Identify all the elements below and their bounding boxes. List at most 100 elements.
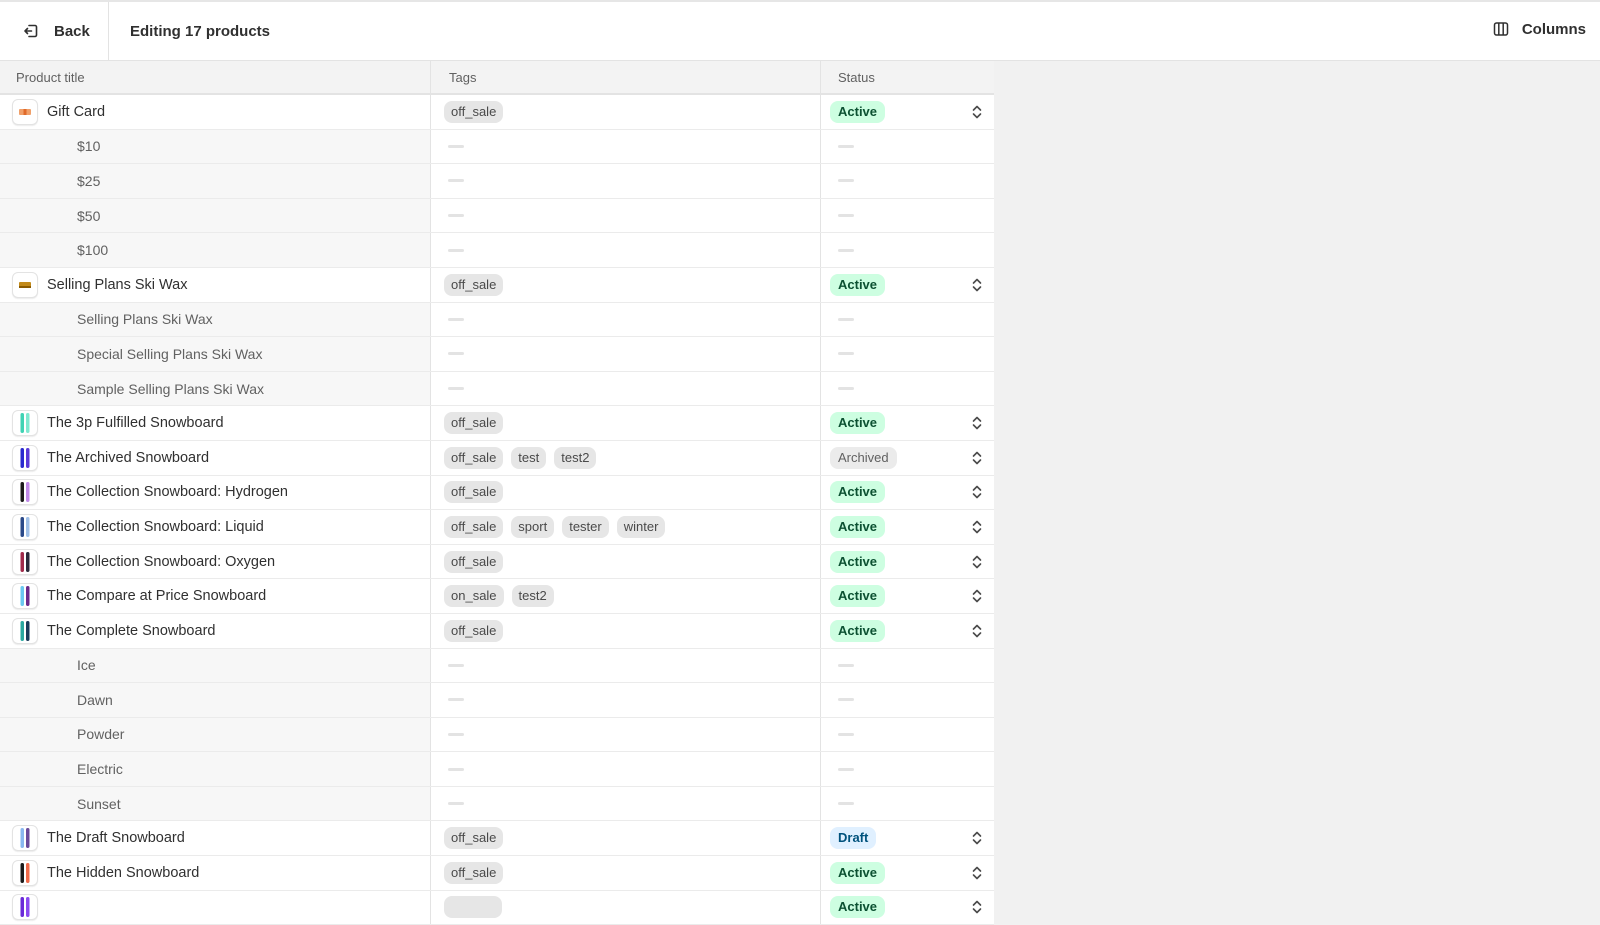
tags-cell[interactable] [431,717,821,752]
tags-cell[interactable]: off_sale [431,406,821,440]
tags-cell[interactable]: off_sale sport tester winter [431,510,821,544]
tags-cell[interactable] [431,890,821,925]
tags-cell[interactable] [431,198,821,233]
tag-pill[interactable]: off_sale [444,273,504,296]
title-cell[interactable]: The Archived Snowboard [0,440,431,475]
title-cell[interactable]: Selling Plans Ski Wax [0,302,431,337]
title-cell[interactable]: $100 [0,233,431,267]
title-cell[interactable]: The 3p Fulfilled Snowboard [0,406,431,440]
status-cell[interactable]: Active [821,406,994,440]
select-chevron-icon[interactable] [970,276,984,294]
title-cell[interactable]: The Compare at Price Snowboard [0,579,431,613]
title-cell[interactable] [0,890,431,925]
tag-pill[interactable]: off_sale [444,619,504,642]
tags-cell[interactable] [431,683,821,717]
status-cell[interactable] [821,199,994,233]
status-cell[interactable]: Active [821,95,994,129]
status-cell[interactable] [821,683,994,717]
tags-cell[interactable]: off_sale [431,821,821,856]
tags-cell[interactable]: off_sale [431,613,821,648]
title-cell[interactable]: Electric [0,752,431,786]
status-cell[interactable]: Active [821,510,994,544]
status-cell[interactable]: Active [821,476,994,510]
status-cell[interactable]: Draft [821,821,994,855]
title-cell[interactable]: Gift Card [0,95,431,129]
status-cell[interactable]: Active [821,268,994,302]
title-cell[interactable]: $25 [0,164,431,198]
select-chevron-icon[interactable] [970,553,984,571]
title-cell[interactable]: Special Selling Plans Ski Wax [0,337,431,371]
title-cell[interactable]: The Complete Snowboard [0,613,431,648]
status-cell[interactable]: Active [821,856,994,890]
tags-cell[interactable]: off_sale test test2 [431,440,821,475]
status-cell[interactable] [821,233,994,267]
tags-cell[interactable] [431,337,821,371]
status-cell[interactable] [821,718,994,752]
status-cell[interactable]: Active [821,891,994,925]
select-chevron-icon[interactable] [970,414,984,432]
select-chevron-icon[interactable] [970,864,984,882]
status-cell[interactable]: Archived [821,441,994,475]
select-chevron-icon[interactable] [970,898,984,916]
title-cell[interactable]: Ice [0,648,431,683]
tags-cell[interactable] [431,129,821,164]
tags-cell[interactable]: off_sale [431,475,821,510]
tag-pill[interactable]: off_sale [444,827,504,850]
title-cell[interactable]: Powder [0,717,431,752]
tags-cell[interactable] [431,164,821,198]
tag-pill[interactable]: test2 [554,446,597,469]
tags-cell[interactable]: off_sale [431,95,821,129]
tags-cell[interactable]: off_sale [431,544,821,579]
title-cell[interactable]: The Collection Snowboard: Oxygen [0,544,431,579]
title-cell[interactable]: The Draft Snowboard [0,821,431,856]
tags-cell[interactable] [431,302,821,337]
tag-pill[interactable]: test2 [511,585,554,608]
tag-pill[interactable]: test [511,446,547,469]
title-cell[interactable]: $50 [0,198,431,233]
tag-pill[interactable]: off_sale [444,412,504,435]
tag-pill[interactable]: off_sale [444,446,504,469]
status-cell[interactable]: Active [821,579,994,613]
status-cell[interactable]: Active [821,545,994,579]
select-chevron-icon[interactable] [970,518,984,536]
tag-pill[interactable]: winter [616,515,666,538]
select-chevron-icon[interactable] [970,587,984,605]
tags-cell[interactable] [431,752,821,786]
tags-cell[interactable] [431,648,821,683]
back-button[interactable]: Back [0,1,109,61]
tags-cell[interactable] [431,371,821,406]
tag-pill[interactable]: on_sale [444,585,504,608]
status-cell[interactable]: Active [821,614,994,648]
tags-cell[interactable] [431,786,821,821]
title-cell[interactable]: The Collection Snowboard: Hydrogen [0,475,431,510]
tag-pill[interactable]: sport [511,515,555,538]
status-cell[interactable] [821,649,994,683]
status-cell[interactable] [821,164,994,198]
title-cell[interactable]: Sunset [0,786,431,821]
tag-pill[interactable]: off_sale [444,550,504,573]
header-tags[interactable]: Tags [431,61,821,93]
header-product-title[interactable]: Product title [0,61,431,93]
header-status[interactable]: Status [821,61,994,93]
tag-pill[interactable]: off_sale [444,515,504,538]
select-chevron-icon[interactable] [970,483,984,501]
title-cell[interactable]: Dawn [0,683,431,717]
status-cell[interactable] [821,787,994,821]
tag-pill[interactable]: off_sale [444,481,504,504]
select-chevron-icon[interactable] [970,622,984,640]
title-cell[interactable]: The Hidden Snowboard [0,856,431,890]
select-chevron-icon[interactable] [970,829,984,847]
status-cell[interactable] [821,337,994,371]
status-cell[interactable] [821,130,994,164]
tag-pill[interactable]: off_sale [444,100,504,123]
title-cell[interactable]: Selling Plans Ski Wax [0,267,431,302]
title-cell[interactable]: $10 [0,129,431,164]
tag-pill[interactable]: tester [562,515,609,538]
tags-cell[interactable]: off_sale [431,267,821,302]
select-chevron-icon[interactable] [970,449,984,467]
title-cell[interactable]: Sample Selling Plans Ski Wax [0,371,431,406]
select-chevron-icon[interactable] [970,103,984,121]
tags-cell[interactable]: on_sale test2 [431,579,821,613]
status-cell[interactable] [821,372,994,406]
tags-cell[interactable] [431,233,821,267]
